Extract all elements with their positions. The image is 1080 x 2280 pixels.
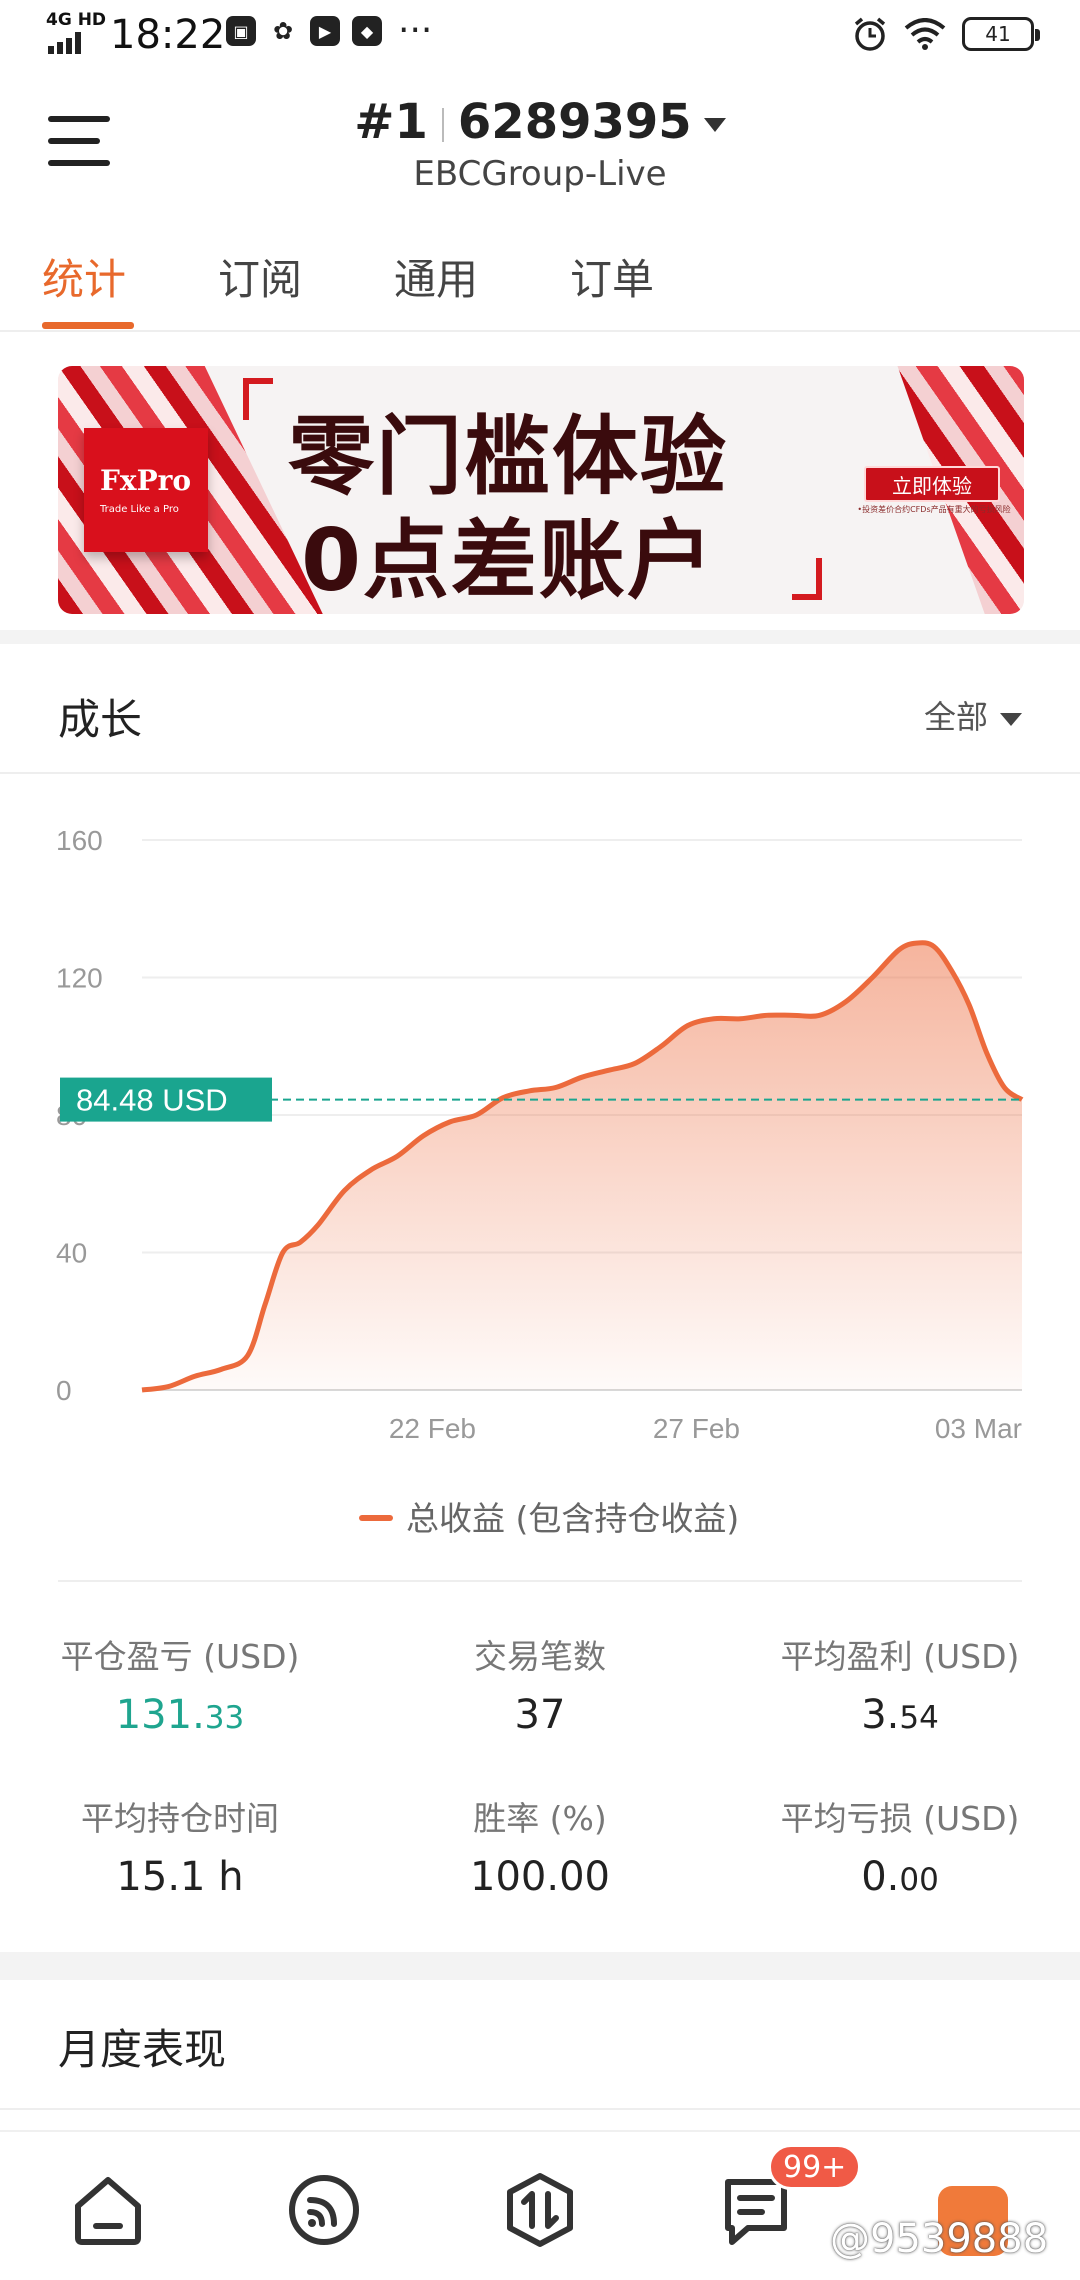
tab-statistics[interactable]: 统计 (42, 246, 126, 307)
section-divider (0, 630, 1080, 644)
stat-value-int: 3. (861, 1692, 900, 1738)
signal-icon (48, 32, 81, 54)
trade-icon[interactable] (502, 2172, 578, 2248)
stat-closed-pnl: 平仓盈亏 (USD) 131.33 (0, 1630, 360, 1738)
account-server: EBCGroup-Live (413, 154, 667, 194)
x-tick-label: 03 Mar (935, 1413, 1022, 1444)
stat-value-int: 131. (115, 1692, 205, 1738)
banner-cta-button[interactable]: 立即体验 (864, 466, 1000, 502)
stat-value-dec: 00 (899, 1862, 939, 1898)
alarm-icon (854, 17, 886, 51)
account-id: 6289395 (457, 94, 692, 150)
monthly-title: 月度表现 (58, 2025, 227, 2074)
app-notification-icon: ◆ (352, 16, 382, 46)
account-rank: #1 (354, 94, 428, 150)
tab-subscribe[interactable]: 订阅 (218, 246, 302, 307)
stat-label: 交易笔数 (474, 1637, 606, 1676)
tab-orders[interactable]: 订单 (570, 246, 654, 307)
account-dropdown-icon[interactable] (703, 118, 726, 132)
home-icon[interactable] (70, 2172, 146, 2248)
stat-label: 平均亏损 (USD) (780, 1799, 1020, 1838)
app-header: #1 6289395 EBCGroup-Live (0, 74, 1080, 204)
stat-avg-profit: 平均盈利 (USD) 3.54 (720, 1630, 1080, 1738)
stat-value-int: 15.1 h (116, 1854, 244, 1900)
tab-general[interactable]: 通用 (394, 246, 478, 307)
y-tick-label: 0 (56, 1375, 72, 1406)
battery-indicator: 41 (962, 17, 1040, 51)
stat-win-rate: 胜率 (%) 100.00 (360, 1792, 720, 1900)
stat-value: 37 (360, 1692, 720, 1738)
promo-banner[interactable]: FxPro Trade Like a Pro 零门槛体验 0点差账户 立即体验 … (58, 366, 1024, 614)
series-area (142, 942, 1022, 1390)
gallery-notification-icon: ▣ (226, 16, 256, 46)
stat-avg-holding-time: 平均持仓时间 15.1 h (0, 1792, 360, 1900)
stat-value: 131.33 (0, 1692, 360, 1738)
stat-value: 3.54 (720, 1692, 1080, 1738)
stat-label: 平均持仓时间 (81, 1799, 279, 1838)
account-selector[interactable]: #1 6289395 EBCGroup-Live (0, 94, 1080, 194)
video-notification-icon: ▶ (310, 16, 340, 46)
current-value-label: 84.48 USD (76, 1083, 228, 1118)
y-tick-label: 120 (56, 963, 103, 994)
banner-bracket-right (792, 558, 822, 600)
legend-label: 总收益 (包含持仓收益) (406, 1499, 739, 1538)
feed-icon[interactable] (286, 2172, 362, 2248)
chevron-down-icon (1000, 712, 1022, 726)
bottom-navigation: 99+ @9539888 (0, 2130, 1080, 2280)
banner-disclaimer: •投资差价合约CFDs产品有重大的亏损风险 (857, 505, 1011, 514)
stat-value-int: 37 (514, 1692, 566, 1738)
growth-title: 成长 (58, 695, 143, 744)
growth-chart[interactable]: 0408012016022 Feb27 Feb03 Mar84.48 USD总收… (0, 780, 1080, 1560)
y-tick-label: 40 (56, 1238, 87, 1269)
banner-headline-2: 0点差账户 (301, 511, 715, 611)
stat-value-dec: 33 (204, 1700, 245, 1736)
stats-divider (58, 1580, 1022, 1582)
y-tick-label: 160 (56, 825, 103, 856)
wechat-notification-icon: ✿ (268, 16, 298, 46)
stat-label: 胜率 (%) (473, 1799, 607, 1838)
stat-label: 平仓盈亏 (USD) (60, 1637, 300, 1676)
section-divider (0, 1952, 1080, 1980)
stat-value: 15.1 h (0, 1854, 360, 1900)
status-time: 18:22 (110, 12, 226, 58)
growth-filter-label: 全部 (923, 698, 988, 736)
unread-badge: 99+ (768, 2144, 862, 2190)
stat-value: 100.00 (360, 1854, 720, 1900)
monthly-performance-header[interactable]: 月度表现 (0, 1980, 1080, 2110)
status-right: 41 (852, 16, 1040, 52)
tab-bar: 统计 订阅 通用 订单 (0, 236, 1080, 332)
watermark: @9539888 (830, 2216, 1049, 2262)
stat-value-dec: 54 (899, 1700, 939, 1736)
active-tab-indicator (42, 322, 134, 329)
stat-value-int: 100.00 (470, 1854, 610, 1900)
stat-avg-loss: 平均亏损 (USD) 0.00 (720, 1792, 1080, 1900)
stat-label: 平均盈利 (USD) (780, 1637, 1020, 1676)
more-notifications-icon: ··· (398, 10, 433, 51)
stat-value-int: 0. (861, 1854, 900, 1900)
stat-value: 0.00 (720, 1854, 1080, 1900)
account-separator (441, 108, 444, 142)
fxpro-logo: FxPro Trade Like a Pro (84, 428, 208, 552)
growth-header: 成长 全部 (0, 644, 1080, 774)
x-tick-label: 27 Feb (653, 1413, 740, 1444)
network-indicator: 4G HD (46, 10, 107, 30)
status-bar: 4G HD 18:22 ▣ ✿ ▶ ◆ ··· 41 (0, 0, 1080, 74)
growth-range-filter[interactable]: 全部 (924, 692, 1022, 738)
notification-icons: ▣ ✿ ▶ ◆ ··· (226, 10, 433, 51)
stat-trade-count: 交易笔数 37 (360, 1630, 720, 1738)
x-tick-label: 22 Feb (389, 1413, 476, 1444)
wifi-icon (904, 18, 946, 50)
